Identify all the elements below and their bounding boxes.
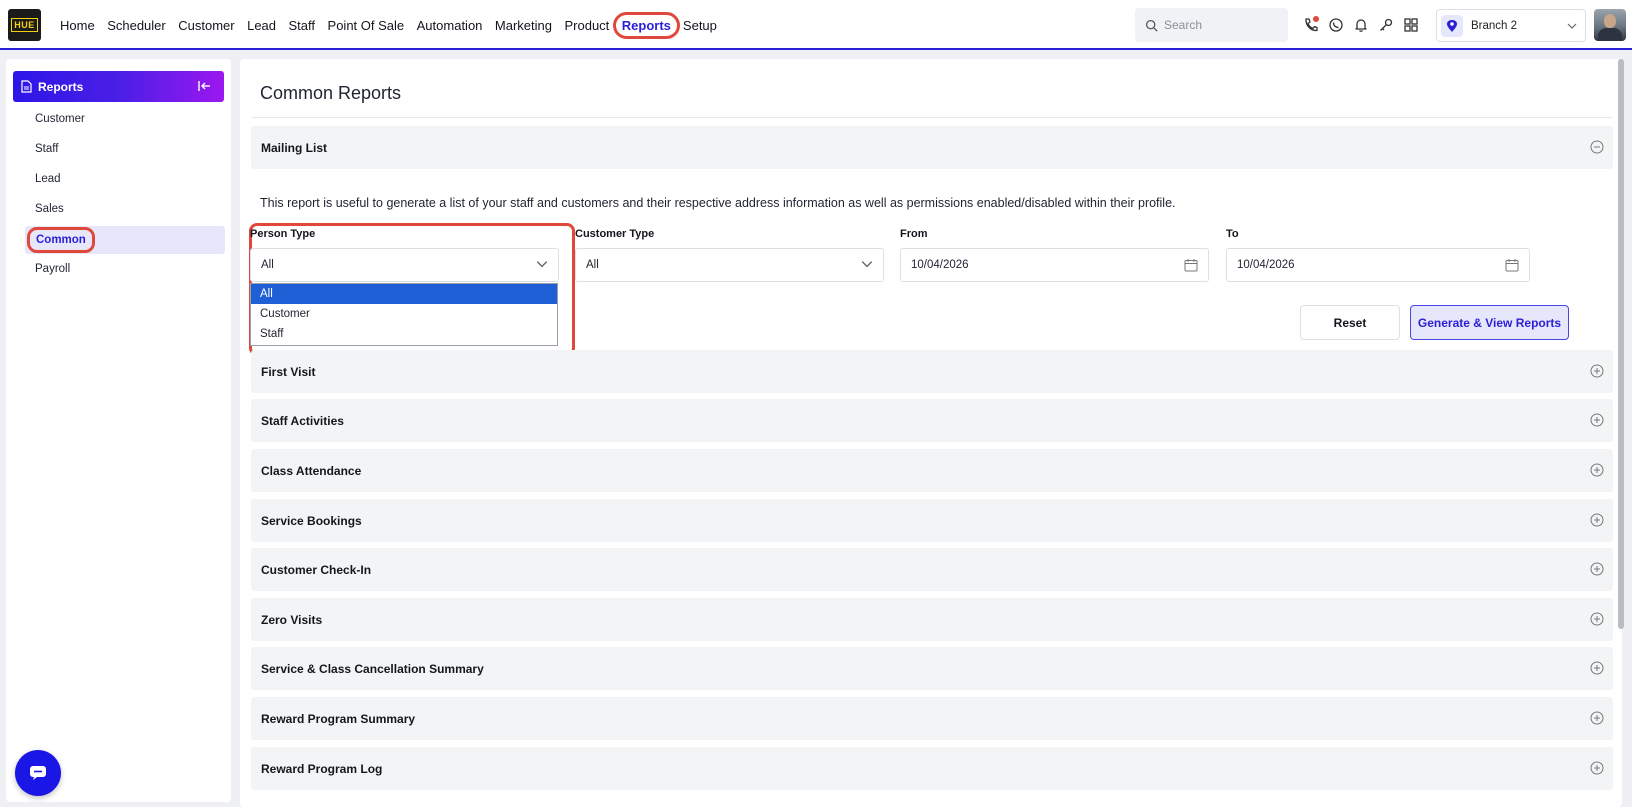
expand-plus-icon[interactable] [1590,562,1604,576]
key-icon[interactable] [1376,15,1396,35]
toolbar-icons [1301,15,1426,35]
nav-marketing[interactable]: Marketing [495,18,552,33]
scrollbar-thumb[interactable] [1618,59,1624,629]
expand-plus-icon[interactable] [1590,711,1604,725]
sidebar-item-payroll[interactable]: Payroll [25,255,225,283]
chevron-down-icon [536,261,548,268]
sidebar-item-customer[interactable]: Customer [25,105,225,133]
accordion-mailing-list[interactable]: Mailing List [251,126,1613,169]
expand-plus-icon[interactable] [1590,612,1604,626]
customer-type-select[interactable]: All [575,248,884,282]
expand-plus-icon[interactable] [1590,463,1604,477]
sidebar: Reports Customer Staff Lead Sales Common… [6,59,231,802]
report-document-icon [21,80,32,93]
nav-home[interactable]: Home [60,18,95,33]
dropdown-option-staff[interactable]: Staff [251,324,557,344]
person-type-label: Person Type [250,228,316,240]
collapse-minus-icon[interactable] [1590,140,1604,154]
location-pin-icon [1441,14,1463,37]
chevron-down-icon [861,261,873,268]
branch-selector[interactable]: Branch 2 [1436,9,1586,42]
whatsapp-icon[interactable] [1326,15,1346,35]
accordion-service-bookings[interactable]: Service Bookings [251,499,1613,542]
apps-grid-icon[interactable] [1401,15,1421,35]
search-icon [1145,19,1158,32]
collapse-sidebar-icon[interactable] [197,79,211,93]
calendar-icon[interactable] [1505,258,1519,272]
main-content: Common Reports Mailing List This report … [240,59,1622,807]
chat-support-button[interactable] [15,750,61,796]
main-nav: Home Scheduler Customer Lead Staff Point… [60,0,729,50]
app-logo[interactable]: HUE [8,9,41,41]
sidebar-item-common[interactable]: Common [25,226,225,254]
top-bar: HUE Home Scheduler Customer Lead Staff P… [0,0,1632,50]
nav-lead[interactable]: Lead [247,18,276,33]
accordion-reward-program-log[interactable]: Reward Program Log [251,747,1613,790]
nav-setup[interactable]: Setup [683,18,717,33]
search-placeholder: Search [1164,18,1203,32]
sidebar-header: Reports [13,71,224,102]
nav-customer[interactable]: Customer [178,18,234,33]
sidebar-title: Reports [38,79,84,94]
accordion-cancellation-summary[interactable]: Service & Class Cancellation Summary [251,647,1613,690]
accordion-staff-activities[interactable]: Staff Activities [251,399,1613,442]
calendar-icon[interactable] [1184,258,1198,272]
dropdown-option-all[interactable]: All [251,284,557,304]
expand-plus-icon[interactable] [1590,364,1604,378]
accordion-reward-program-summary[interactable]: Reward Program Summary [251,697,1613,740]
nav-reports[interactable]: Reports [612,11,680,39]
sidebar-item-sales[interactable]: Sales [25,195,225,223]
bell-icon[interactable] [1351,15,1371,35]
nav-point-of-sale[interactable]: Point Of Sale [328,18,405,33]
divider [252,117,1612,118]
generate-view-reports-button[interactable]: Generate & View Reports [1410,305,1569,340]
phone-icon[interactable] [1301,15,1321,35]
nav-scheduler[interactable]: Scheduler [107,18,166,33]
reset-button[interactable]: Reset [1300,305,1400,340]
accordion-class-attendance[interactable]: Class Attendance [251,449,1613,492]
expand-plus-icon[interactable] [1590,413,1604,427]
accordion-customer-check-in[interactable]: Customer Check-In [251,548,1613,591]
expand-plus-icon[interactable] [1590,661,1604,675]
accordion-first-visit[interactable]: First Visit [251,350,1613,393]
accordion-title: Mailing List [261,140,327,155]
accordion-zero-visits[interactable]: Zero Visits [251,598,1613,641]
customer-type-label: Customer Type [575,228,655,240]
page-title: Common Reports [260,83,402,103]
from-date-field[interactable]: 10/04/2026 [900,248,1209,282]
sidebar-item-staff[interactable]: Staff [25,135,225,163]
to-label: To [1226,228,1239,240]
dropdown-option-customer[interactable]: Customer [251,304,557,324]
person-type-dropdown: All Customer Staff [250,283,558,346]
chat-icon [30,766,46,780]
nav-staff[interactable]: Staff [289,18,316,33]
page-scrollbar[interactable] [1617,59,1625,807]
person-type-select[interactable]: All [250,248,559,282]
nav-automation[interactable]: Automation [417,18,483,33]
expand-plus-icon[interactable] [1590,761,1604,775]
nav-product[interactable]: Product [564,18,609,33]
branch-name: Branch 2 [1471,19,1518,32]
expand-plus-icon[interactable] [1590,513,1604,527]
report-description: This report is useful to generate a list… [260,196,1176,210]
from-label: From [900,228,928,240]
sidebar-item-lead[interactable]: Lead [25,165,225,193]
chevron-down-icon [1567,23,1577,29]
to-date-field[interactable]: 10/04/2026 [1226,248,1530,282]
user-avatar[interactable] [1594,9,1626,41]
search-box[interactable]: Search [1135,8,1288,42]
